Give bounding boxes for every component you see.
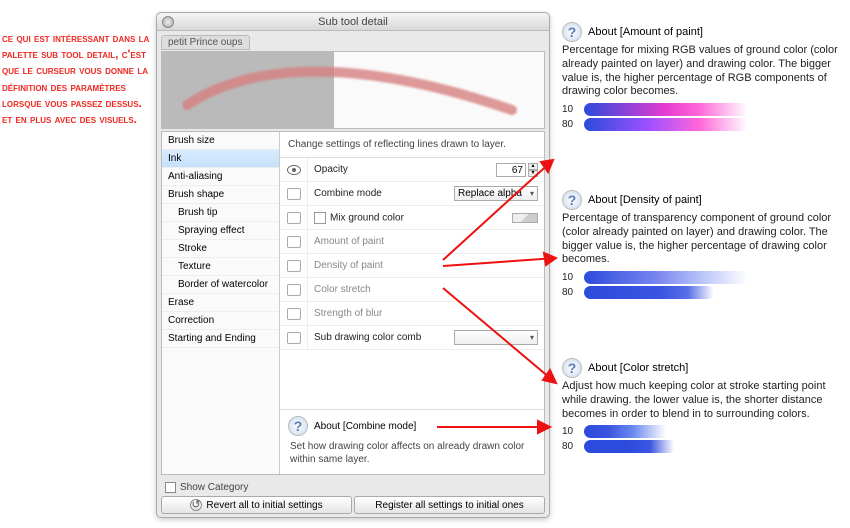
register-button[interactable]: Register all settings to initial ones xyxy=(354,496,545,514)
visibility-toggle[interactable] xyxy=(280,158,308,181)
revert-button[interactable]: Revert all to initial settings xyxy=(161,496,352,514)
category-item[interactable]: Ink xyxy=(162,150,279,168)
category-item[interactable]: Brush size xyxy=(162,132,279,150)
close-icon[interactable] xyxy=(162,16,174,28)
help-color-stretch: ?About [Color stretch] Adjust how much k… xyxy=(562,358,844,455)
question-icon: ? xyxy=(562,22,582,42)
arrow-icon xyxy=(438,278,568,398)
mix-ground-checkbox[interactable]: Mix ground color xyxy=(308,212,454,224)
visibility-toggle[interactable] xyxy=(280,326,308,349)
sub-drawing-label: Sub drawing color comb xyxy=(308,332,454,343)
arrow-icon xyxy=(438,248,568,278)
help-amount-of-paint: ? About [Amount of paint] Percentage for … xyxy=(562,22,844,133)
strength-blur-label: Strength of blur xyxy=(308,308,454,319)
category-item[interactable]: Texture xyxy=(162,258,279,276)
category-item[interactable]: Brush tip xyxy=(162,204,279,222)
help-swatches: 10 80 xyxy=(562,103,844,131)
annotation-text: Ce qui est intéressant dans la palette S… xyxy=(2,30,152,127)
revert-icon xyxy=(190,499,202,511)
category-item[interactable]: Erase xyxy=(162,294,279,312)
category-item[interactable]: Stroke xyxy=(162,240,279,258)
category-item[interactable]: Brush shape xyxy=(162,186,279,204)
category-item[interactable]: Correction xyxy=(162,312,279,330)
brush-preview xyxy=(161,51,545,129)
help-density-of-paint: ?About [Density of paint] Percentage of … xyxy=(562,190,844,301)
help-swatches: 10 80 xyxy=(562,425,844,453)
category-item[interactable]: Spraying effect xyxy=(162,222,279,240)
visibility-toggle[interactable] xyxy=(280,206,308,229)
density-paint-label: Density of paint xyxy=(308,260,454,271)
window-title: Sub tool detail xyxy=(318,16,388,28)
help-title: About [Color stretch] xyxy=(588,362,688,374)
help-body: Percentage for mixing RGB values of grou… xyxy=(562,44,844,99)
category-item[interactable]: Border of watercolor xyxy=(162,276,279,294)
question-icon: ? xyxy=(288,416,308,436)
about-title: About [Combine mode] xyxy=(314,421,416,432)
visibility-toggle[interactable] xyxy=(280,278,308,301)
help-title: About [Amount of paint] xyxy=(588,26,703,38)
amount-paint-label: Amount of paint xyxy=(308,236,454,247)
visibility-toggle[interactable] xyxy=(280,302,308,325)
help-swatches: 10 80 xyxy=(562,271,844,299)
arrow-icon xyxy=(432,415,562,445)
titlebar: Sub tool detail xyxy=(157,13,549,31)
button-bar: Revert all to initial settings Register … xyxy=(161,496,545,514)
help-body: Adjust how much keeping color at stroke … xyxy=(562,380,844,421)
category-list: Brush sizeInkAnti-aliasingBrush shapeBru… xyxy=(162,132,280,474)
show-category-checkbox[interactable]: Show Category xyxy=(165,482,248,493)
color-stretch-label: Color stretch xyxy=(308,284,454,295)
category-item[interactable]: Starting and Ending xyxy=(162,330,279,348)
help-body: Percentage of transparency component of … xyxy=(562,212,844,267)
help-title: About [Density of paint] xyxy=(588,194,702,206)
eye-icon xyxy=(287,165,301,175)
brush-name-tab[interactable]: petit Prince oups xyxy=(161,35,250,50)
visibility-toggle[interactable] xyxy=(280,182,308,205)
visibility-toggle[interactable] xyxy=(280,230,308,253)
opacity-label: Opacity xyxy=(308,164,454,175)
visibility-toggle[interactable] xyxy=(280,254,308,277)
category-item[interactable]: Anti-aliasing xyxy=(162,168,279,186)
combine-mode-label: Combine mode xyxy=(308,188,454,199)
